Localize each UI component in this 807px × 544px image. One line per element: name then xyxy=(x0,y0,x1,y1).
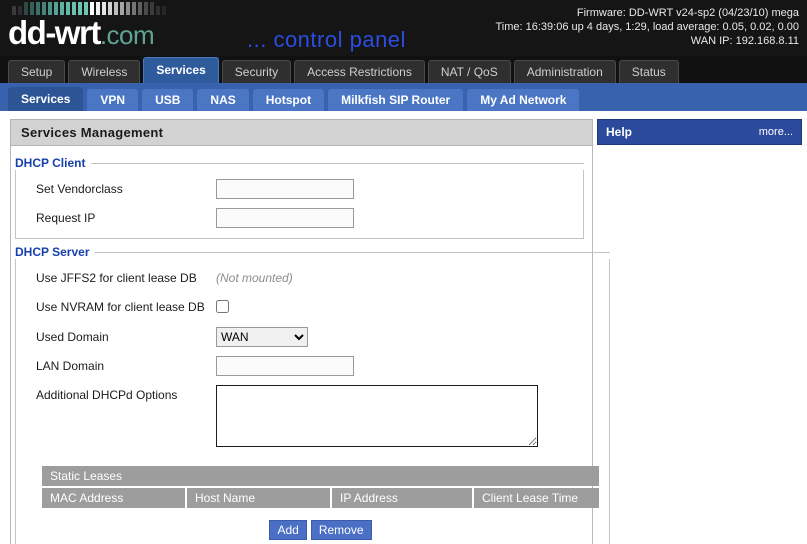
logo-bar-segment xyxy=(156,6,160,15)
logo-bar-segment xyxy=(126,2,130,15)
page-header: dd-wrt.com ... control panel Firmware: D… xyxy=(0,0,807,56)
dhcp-client-legend: DHCP Client xyxy=(15,156,86,170)
main-tab-services[interactable]: Services xyxy=(143,57,219,83)
static-leases-header-row: MAC Address Host Name IP Address Client Lea… xyxy=(42,488,599,508)
sub-tab-milkfish-sip-router[interactable]: Milkfish SIP Router xyxy=(328,89,464,111)
settings-panel: DHCP Client Set Vendorclass Request IP D… xyxy=(10,146,610,544)
logo-bar-segment xyxy=(102,2,106,15)
dhcp-client-fields: Set Vendorclass Request IP xyxy=(15,170,584,239)
legend-divider xyxy=(95,251,610,253)
page-title: Services Management xyxy=(10,119,593,146)
request-ip-row: Request IP xyxy=(16,208,583,228)
brand-logo: dd-wrt.com xyxy=(8,2,166,52)
used-domain-select[interactable]: WANLAN xyxy=(216,327,308,347)
main-tab-bar: Setup Wireless Services Security Access Rest… xyxy=(0,56,807,83)
remove-button[interactable]: Remove xyxy=(310,520,372,540)
lan-domain-value xyxy=(216,356,609,376)
main-tab-nat-qos[interactable]: NAT / QoS xyxy=(427,60,511,83)
additional-options-row: Additional DHCPd Options xyxy=(16,385,609,452)
content-column: Services Management DHCP Client Set Vend… xyxy=(10,119,610,544)
sub-tab-services[interactable]: Services xyxy=(8,87,84,111)
dhcp-server-legend-row: DHCP Server xyxy=(11,245,618,259)
request-ip-value xyxy=(216,208,583,228)
main-tab-administration[interactable]: Administration xyxy=(513,60,616,83)
jffs2-value: (Not mounted) xyxy=(216,268,609,288)
dhcp-server-group: DHCP Server Use JFFS2 for client lease D… xyxy=(11,245,618,544)
main-tab-status[interactable]: Status xyxy=(618,60,679,83)
nvram-checkbox[interactable] xyxy=(216,300,229,313)
logo-main-text: dd-wrt xyxy=(8,14,101,51)
jffs2-label: Use JFFS2 for client lease DB xyxy=(36,271,197,285)
uptime-info: Time: 16:39:06 up 4 days, 1:29, load ave… xyxy=(495,21,799,33)
main-tab-security[interactable]: Security xyxy=(221,60,292,83)
set-vendorclass-value xyxy=(216,179,583,199)
lan-domain-row: LAN Domain xyxy=(16,356,609,376)
logo-bar-segment xyxy=(150,2,154,15)
tagline: ... control panel xyxy=(247,27,406,52)
set-vendorclass-label: Set Vendorclass xyxy=(36,182,123,196)
jffs2-status-text: (Not mounted) xyxy=(216,271,293,285)
lan-domain-label: LAN Domain xyxy=(36,359,105,373)
logo-bar-segment xyxy=(108,2,112,15)
help-content xyxy=(597,145,802,185)
used-domain-label: Used Domain xyxy=(36,330,109,344)
help-header: Help more... xyxy=(597,119,802,145)
lease-column-header: Client Lease Time xyxy=(474,488,599,508)
nvram-value xyxy=(216,297,609,318)
lease-column-header: IP Address xyxy=(332,488,472,508)
logo-bar-segment xyxy=(114,2,118,15)
dhcp-server-fields: Use JFFS2 for client lease DB (Not mount… xyxy=(15,259,610,544)
sub-tab-vpn[interactable]: VPN xyxy=(87,89,139,111)
lease-column-header: Host Name xyxy=(187,488,330,508)
dhcp-server-legend: DHCP Server xyxy=(15,245,90,259)
main-tab-wireless[interactable]: Wireless xyxy=(68,60,141,83)
page-body: Services Management DHCP Client Set Vend… xyxy=(0,111,807,544)
lan-domain-input[interactable] xyxy=(216,356,354,376)
used-domain-value: WANLAN xyxy=(216,327,609,347)
request-ip-label: Request IP xyxy=(36,211,96,225)
additional-options-label: Additional DHCPd Options xyxy=(36,388,178,402)
logo-bar-segment xyxy=(132,2,136,15)
help-column: Help more... xyxy=(597,119,802,544)
nvram-label: Use NVRAM for client lease DB xyxy=(36,300,205,314)
static-leases-table: Static Leases MAC Address Host Name IP Add… xyxy=(42,466,599,540)
sub-tab-usb[interactable]: USB xyxy=(142,89,194,111)
set-vendorclass-row: Set Vendorclass xyxy=(16,179,583,199)
sub-tab-hotspot[interactable]: Hotspot xyxy=(252,89,325,111)
static-leases-actions: Add Remove xyxy=(42,520,599,540)
used-domain-row: Used Domain WANLAN xyxy=(16,327,609,347)
dd-wrt-control-panel: dd-wrt.com ... control panel Firmware: D… xyxy=(0,0,807,544)
set-vendorclass-input[interactable] xyxy=(216,179,354,199)
sub-tab-bar: Services VPN USB NAS Hotspot Milkfish SIP Rou… xyxy=(0,83,807,111)
request-ip-input[interactable] xyxy=(216,208,354,228)
additional-options-textarea[interactable] xyxy=(216,385,538,447)
static-leases-title: Static Leases xyxy=(42,466,599,486)
logo-suffix-text: .com xyxy=(99,20,155,50)
logo-bar-segment xyxy=(120,2,124,15)
logo-bar-segment xyxy=(138,2,142,15)
sub-tab-nas[interactable]: NAS xyxy=(197,89,249,111)
lease-column-header: MAC Address xyxy=(42,488,185,508)
wan-ip-info: WAN IP: 192.168.8.11 xyxy=(690,35,799,47)
additional-options-value xyxy=(216,385,609,452)
logo-bar-segment xyxy=(162,6,166,15)
add-button[interactable]: Add xyxy=(269,520,307,540)
firmware-info: Firmware: DD-WRT v24-sp2 (04/23/10) mega xyxy=(576,7,799,19)
sub-tab-my-ad-network[interactable]: My Ad Network xyxy=(467,89,580,111)
dhcp-client-group: DHCP Client Set Vendorclass Request IP xyxy=(11,156,592,239)
main-tab-access-restrictions[interactable]: Access Restrictions xyxy=(294,60,425,83)
jffs2-row: Use JFFS2 for client lease DB (Not mount… xyxy=(16,268,609,288)
system-info: Firmware: DD-WRT v24-sp2 (04/23/10) mega… xyxy=(495,6,799,48)
logo-text: dd-wrt.com xyxy=(8,16,166,52)
logo-bar-segment xyxy=(144,2,148,15)
nvram-row: Use NVRAM for client lease DB xyxy=(16,297,609,318)
main-tab-setup[interactable]: Setup xyxy=(8,60,66,83)
help-more-link[interactable]: more... xyxy=(759,126,793,138)
help-title: Help xyxy=(606,125,633,139)
legend-divider xyxy=(91,162,584,164)
dhcp-client-legend-row: DHCP Client xyxy=(11,156,592,170)
